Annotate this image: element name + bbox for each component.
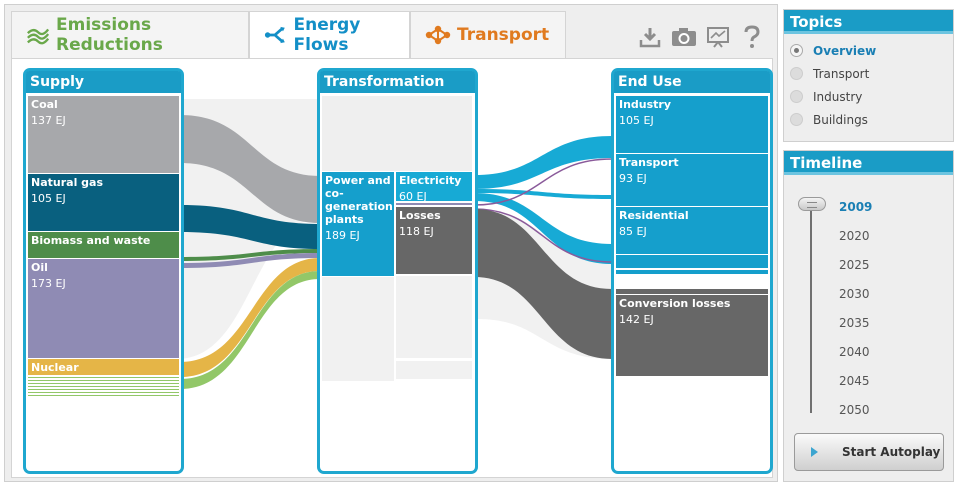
topic-overview[interactable]: Overview xyxy=(784,39,953,62)
transport-network-icon xyxy=(425,25,451,45)
camera-icon xyxy=(672,28,696,46)
energy-flow-diagram: Supply Coal 137 EJ Natural gas 105 EJ Bi… xyxy=(11,58,773,478)
year-2020[interactable]: 2020 xyxy=(839,229,870,243)
year-2025[interactable]: 2025 xyxy=(839,258,870,272)
download-icon xyxy=(639,28,661,48)
block-name: Losses xyxy=(399,209,441,222)
block-value: 105 EJ xyxy=(619,114,654,127)
supply-oil[interactable]: Oil 173 EJ xyxy=(28,259,179,358)
block-value: 118 EJ xyxy=(399,225,434,238)
radio-icon[interactable] xyxy=(790,67,803,80)
end-use-losses-strip xyxy=(616,289,768,294)
snapshot-button[interactable] xyxy=(671,25,697,49)
supply-nuclear[interactable]: Nuclear xyxy=(28,359,179,375)
play-icon xyxy=(811,447,818,457)
timeline-title: Timeline xyxy=(784,151,953,175)
tab-emissions-reductions[interactable]: Emissions Reductions xyxy=(11,11,249,58)
year-2045[interactable]: 2045 xyxy=(839,374,870,388)
timeline-panel: Timeline 2009 2020 2025 2030 2035 2040 2… xyxy=(783,150,954,482)
topic-industry[interactable]: Industry xyxy=(784,85,953,108)
end-use-column: End Use Industry 105 EJ Transport 93 EJ … xyxy=(611,68,773,474)
block-name: Biomass and waste xyxy=(31,234,151,247)
transformation-header: Transformation xyxy=(320,71,475,93)
start-autoplay-button[interactable]: Start Autoplay xyxy=(794,433,944,471)
year-2030[interactable]: 2030 xyxy=(839,287,870,301)
toolbar xyxy=(637,25,765,49)
transform-losses[interactable]: Losses 118 EJ xyxy=(396,207,472,274)
download-button[interactable] xyxy=(637,25,663,49)
transformation-column: Transformation Power and co-generation p… xyxy=(317,68,478,474)
block-value: 137 EJ xyxy=(31,114,66,127)
block-name: Transport xyxy=(619,156,679,169)
tab-transport[interactable]: Transport xyxy=(410,11,566,58)
block-name: Coal xyxy=(31,98,58,111)
autoplay-label: Start Autoplay xyxy=(842,445,941,459)
end-use-industry[interactable]: Industry 105 EJ xyxy=(616,96,768,153)
tab-bar: Emissions Reductions Energy Flows Transp… xyxy=(11,11,566,58)
topic-buildings[interactable]: Buildings xyxy=(784,108,953,131)
block-value: 173 EJ xyxy=(31,277,66,290)
block-value: 93 EJ xyxy=(619,172,647,185)
supply-biomass-and-waste[interactable]: Biomass and waste xyxy=(28,232,179,258)
radio-icon[interactable] xyxy=(790,113,803,126)
radio-icon[interactable] xyxy=(790,90,803,103)
timeline-slider-handle[interactable] xyxy=(798,197,826,211)
presentation-icon xyxy=(707,27,729,48)
radio-icon[interactable] xyxy=(790,44,803,57)
transform-placeholder xyxy=(396,276,472,358)
block-name: Electricity xyxy=(399,174,462,187)
block-name: Nuclear xyxy=(31,361,79,374)
block-value: 189 EJ xyxy=(325,229,360,242)
topic-label: Transport xyxy=(813,66,870,81)
end-use-transport[interactable]: Transport 93 EJ xyxy=(616,154,768,206)
help-button[interactable] xyxy=(739,25,765,49)
year-2009[interactable]: 2009 xyxy=(839,200,872,214)
main-panel: Emissions Reductions Energy Flows Transp… xyxy=(4,4,778,482)
topics-title: Topics xyxy=(784,10,953,34)
block-name: Oil xyxy=(31,261,48,274)
topic-label: Overview xyxy=(813,43,877,58)
transform-placeholder xyxy=(322,96,472,171)
tab-label: Transport xyxy=(457,25,550,45)
help-icon xyxy=(744,25,760,48)
end-use-residential[interactable]: Residential 85 EJ xyxy=(616,207,768,254)
block-value: 85 EJ xyxy=(619,225,647,238)
block-value: 60 EJ xyxy=(399,190,427,201)
block-name: Conversion losses xyxy=(619,297,731,310)
end-use-header: End Use xyxy=(614,71,770,93)
topic-transport[interactable]: Transport xyxy=(784,62,953,85)
supply-renewables-stripes[interactable] xyxy=(28,377,179,397)
block-name: Natural gas xyxy=(31,176,104,189)
topic-label: Industry xyxy=(813,89,863,104)
transform-placeholder xyxy=(322,277,394,381)
tab-energy-flows[interactable]: Energy Flows xyxy=(249,11,410,58)
block-name: Power and co-generation plants xyxy=(325,174,393,226)
transform-power-plants[interactable]: Power and co-generation plants 189 EJ xyxy=(322,172,394,276)
end-use-other-block[interactable] xyxy=(616,255,768,268)
supply-natural-gas[interactable]: Natural gas 105 EJ xyxy=(28,174,179,231)
transform-divider xyxy=(396,203,472,205)
timeline-track[interactable] xyxy=(810,203,812,413)
supply-column: Supply Coal 137 EJ Natural gas 105 EJ Bi… xyxy=(23,68,184,474)
transform-placeholder xyxy=(396,361,472,379)
tab-label: Emissions Reductions xyxy=(56,15,163,55)
supply-coal[interactable]: Coal 137 EJ xyxy=(28,96,179,173)
block-name: Industry xyxy=(619,98,672,111)
energy-flows-icon xyxy=(264,26,285,44)
end-use-other-block[interactable] xyxy=(616,270,768,274)
topics-panel: Topics Overview Transport Industry Build… xyxy=(783,9,954,142)
topic-label: Buildings xyxy=(813,112,868,127)
year-2050[interactable]: 2050 xyxy=(839,403,870,417)
year-2040[interactable]: 2040 xyxy=(839,345,870,359)
tab-label: Energy Flows xyxy=(293,15,361,55)
year-2035[interactable]: 2035 xyxy=(839,316,870,330)
presentation-button[interactable] xyxy=(705,25,731,49)
emissions-lines-icon xyxy=(27,28,50,45)
transform-electricity[interactable]: Electricity 60 EJ xyxy=(396,172,472,201)
block-value: 105 EJ xyxy=(31,192,66,205)
end-use-conversion-losses[interactable]: Conversion losses 142 EJ xyxy=(616,295,768,376)
supply-header: Supply xyxy=(26,71,181,93)
block-name: Residential xyxy=(619,209,689,222)
block-value: 142 EJ xyxy=(619,313,654,326)
